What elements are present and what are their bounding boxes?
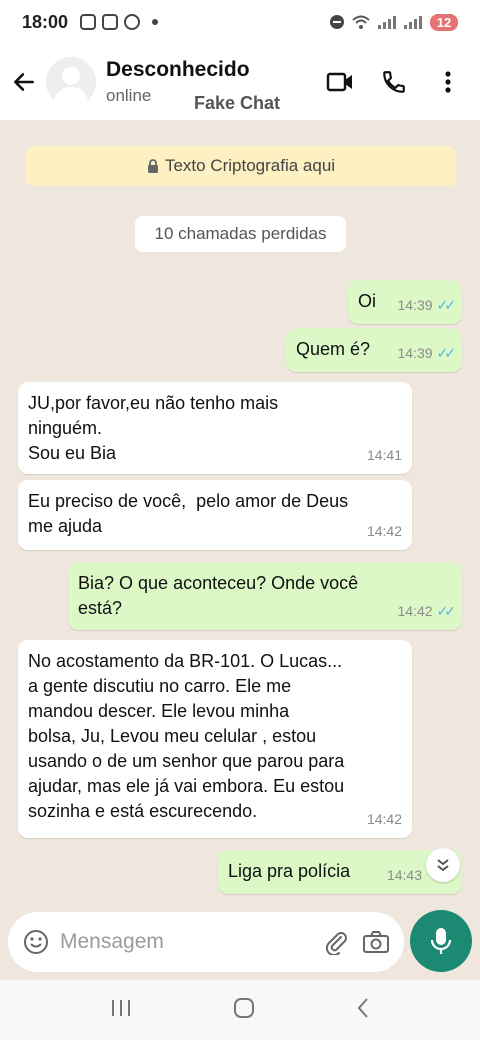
watermark-label: Fake Chat	[194, 93, 281, 113]
do-not-disturb-icon	[330, 15, 344, 29]
whatsapp-icon	[124, 14, 141, 30]
back-arrow-icon	[14, 73, 34, 91]
message-bubble[interactable]: Eu preciso de você, pelo amor de Deus me…	[18, 480, 412, 550]
message-text: Oi	[358, 291, 376, 311]
more-options-button[interactable]	[430, 64, 466, 100]
message-time: 14:39	[397, 345, 433, 361]
screenshot-icon	[80, 14, 97, 30]
message-bubble[interactable]: JU,por favor,eu não tenho mais ninguém. …	[18, 382, 412, 474]
paperclip-icon	[325, 932, 347, 955]
avatar[interactable]	[46, 57, 96, 107]
emoji-icon	[24, 930, 48, 954]
message-time: 14:42	[366, 523, 402, 539]
microphone-icon	[430, 928, 452, 954]
message-bubble[interactable]: Bia? O que aconteceu? Onde você está? 14…	[68, 562, 462, 630]
camera-button[interactable]	[360, 926, 392, 958]
instagram-icon	[102, 14, 119, 30]
message-composer[interactable]: Mensagem	[8, 912, 404, 972]
system-nav-bar	[0, 980, 480, 1040]
nav-back-icon	[357, 997, 368, 1018]
more-notifications-dot	[152, 19, 159, 25]
message-time: 14:41	[366, 447, 402, 463]
message-input[interactable]: Mensagem	[60, 930, 320, 954]
camera-icon	[363, 931, 389, 953]
recents-button[interactable]	[110, 998, 132, 1023]
message-text: Eu preciso de você, pelo amor de Deus me…	[28, 491, 349, 536]
voice-call-button[interactable]	[376, 64, 412, 100]
double-chevron-down-icon	[437, 859, 449, 872]
message-bubble[interactable]: No acostamento da BR-101. O Lucas... a g…	[18, 640, 412, 838]
message-time: 14:39	[397, 297, 433, 313]
message-text: JU,por favor,eu não tenho mais ninguém. …	[28, 393, 279, 463]
read-ticks-icon: ✓✓	[436, 603, 457, 619]
battery-indicator: 12	[430, 13, 458, 31]
back-button[interactable]	[2, 60, 46, 104]
message-time: 14:42	[366, 811, 402, 827]
encryption-notice-text: Texto Criptografia aqui	[164, 156, 336, 175]
status-time: 18:00	[22, 11, 69, 32]
message-bubble[interactable]: Oi 14:39 ✓✓	[348, 280, 462, 324]
message-text: No acostamento da BR-101. O Lucas... a g…	[28, 651, 345, 821]
more-vert-icon	[445, 71, 451, 93]
scroll-to-bottom-button[interactable]	[426, 848, 460, 882]
read-ticks-icon: ✓✓	[436, 297, 457, 313]
video-call-button[interactable]	[322, 64, 358, 100]
recents-icon	[112, 999, 131, 1016]
home-button[interactable]	[233, 997, 255, 1024]
message-text: Bia? O que aconteceu? Onde você está?	[78, 573, 359, 618]
emoji-button[interactable]	[20, 926, 52, 958]
signal-icon-2	[404, 15, 422, 29]
wifi-icon	[352, 15, 370, 29]
phone-icon	[383, 71, 405, 93]
message-time: 14:43	[386, 867, 422, 883]
message-text: Quem é?	[296, 339, 371, 359]
message-text: Liga pra polícia	[228, 861, 351, 881]
nav-back-button[interactable]	[356, 997, 370, 1024]
missed-calls-badge: 10 chamadas perdidas	[135, 216, 346, 252]
voice-message-button[interactable]	[410, 910, 472, 972]
home-icon	[233, 997, 254, 1018]
status-bar: 18:00 12	[0, 0, 480, 44]
video-call-icon	[326, 72, 352, 92]
message-bubble[interactable]: Liga pra polícia 14:43	[218, 850, 462, 894]
message-bubble[interactable]: Quem é? 14:39 ✓✓	[286, 328, 462, 372]
message-time: 14:42	[397, 603, 433, 619]
encryption-notice[interactable]: Texto Criptografia aqui	[26, 146, 456, 186]
read-ticks-icon: ✓✓	[436, 345, 457, 361]
signal-icon	[378, 15, 396, 29]
contact-name: Desconhecido	[106, 58, 250, 81]
chat-area[interactable]: Texto Criptografia aqui 10 chamadas perd…	[0, 120, 480, 910]
notification-icons	[80, 14, 159, 30]
lock-icon	[147, 159, 158, 173]
attach-button[interactable]	[320, 926, 352, 958]
